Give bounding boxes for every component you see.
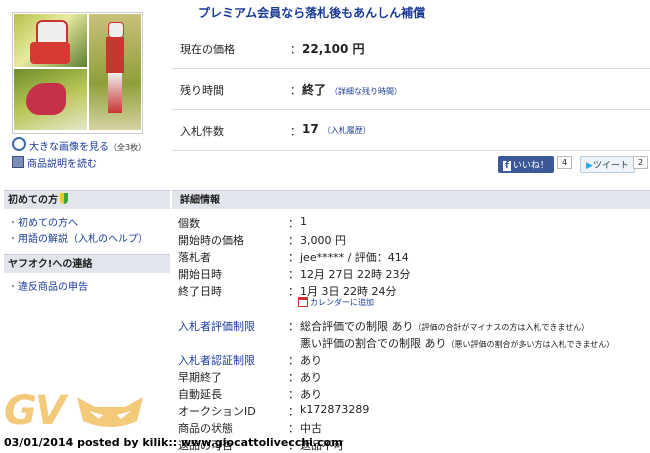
sidebar-item-first-time[interactable]: 初めての方へ [8, 214, 78, 229]
premium-promo-link[interactable]: プレミアム会員なら落札後もあんしん補償 [198, 4, 425, 21]
calendar-icon [298, 297, 308, 307]
facebook-icon: f [503, 161, 511, 171]
bid-count-row: 入札件数 ： 17 （入札履歴） [172, 110, 650, 151]
price-value: 22,100 円 [302, 42, 365, 56]
detailed-time-link[interactable]: （詳細な残り時間） [330, 87, 402, 96]
image-count: （全3枚） [109, 143, 147, 152]
add-to-calendar-link[interactable]: カレンダーに追加 [298, 297, 374, 308]
price-label: 現在の価格 [180, 43, 235, 56]
time-left-value: 終了 [302, 83, 327, 97]
twitter-icon: ▶ [586, 161, 593, 171]
sidebar-item-glossary[interactable]: 用語の解説（入札のヘルプ） [8, 230, 148, 245]
price-row: 現在の価格 ： 22,100 円 [172, 28, 650, 69]
time-left-label: 残り時間 [180, 84, 224, 97]
read-description-link[interactable]: 商品説明を読む [27, 159, 97, 170]
bid-count-value: 17 [302, 122, 319, 136]
bid-count-label: 入札件数 [180, 125, 224, 138]
beginner-mark-icon [60, 193, 68, 204]
bid-history-link[interactable]: （入札履歴） [323, 126, 371, 135]
magnifier-icon [12, 137, 26, 151]
item-photo-2[interactable] [89, 14, 141, 130]
details-header: 詳細情報 [172, 190, 650, 209]
bidder-auth-limit-link[interactable]: 入札者認証制限 [178, 352, 288, 368]
tweet-count: 2 [633, 156, 649, 169]
facebook-like-button[interactable]: f いいね！ [498, 156, 554, 173]
watermark-footer: 03/01/2014 posted by kilik:: www.giocatt… [4, 436, 343, 449]
item-photo-3[interactable] [14, 69, 87, 130]
image-links: 大きな画像を見る（全3枚） 商品説明を読む [12, 137, 146, 173]
sidebar-contact-header: ヤフオク!への連絡 [4, 254, 170, 273]
tweet-button[interactable]: ▶ツイート [580, 156, 635, 173]
bidder-rating-limit-link[interactable]: 入札者評価制限 [178, 318, 288, 334]
mask-logo-icon [77, 397, 143, 427]
sidebar-first-time-header: 初めての方 [4, 190, 170, 209]
item-photo-1[interactable] [14, 14, 87, 67]
time-left-row: 残り時間 ： 終了 （詳細な残り時間） [172, 69, 650, 110]
book-icon [12, 156, 24, 168]
view-large-image-link[interactable]: 大きな画像を見る [29, 142, 109, 153]
item-image-gallery[interactable] [12, 12, 143, 134]
watermark-logo: GV [4, 388, 66, 434]
like-count: 4 [557, 156, 573, 169]
sidebar-item-report-violation[interactable]: 違反商品の申告 [8, 278, 88, 293]
